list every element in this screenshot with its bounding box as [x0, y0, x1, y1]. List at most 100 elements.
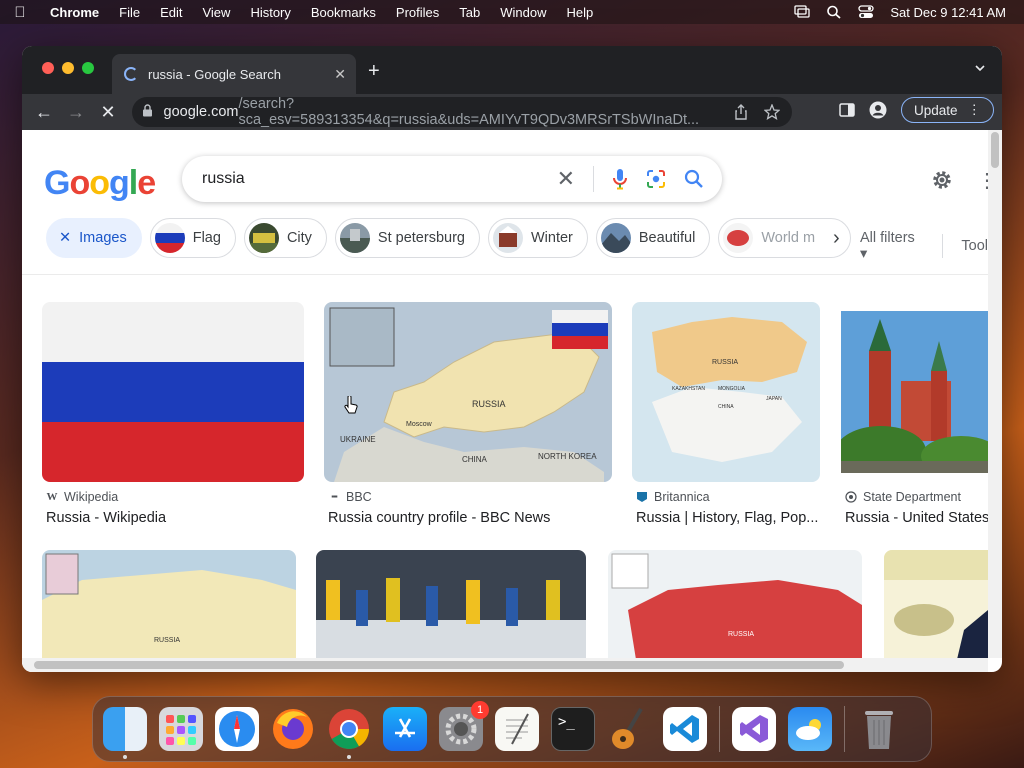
zoom-window-button[interactable] [82, 62, 94, 74]
vertical-scrollbar[interactable] [988, 130, 1002, 658]
close-window-button[interactable] [42, 62, 54, 74]
running-indicator [123, 755, 127, 759]
voice-search-icon[interactable] [612, 168, 628, 190]
minimize-window-button[interactable] [62, 62, 74, 74]
new-tab-icon[interactable]: + [368, 60, 380, 83]
weather-icon[interactable] [788, 707, 832, 751]
close-chip-icon[interactable]: ✕ [59, 230, 71, 246]
menu-edit[interactable]: Edit [150, 5, 192, 20]
menu-help[interactable]: Help [557, 5, 604, 20]
bookmark-star-icon[interactable] [764, 104, 780, 120]
chip-flag[interactable]: Flag [149, 218, 236, 258]
chip-images[interactable]: ✕ Images [46, 218, 142, 258]
chip-winter[interactable]: Winter [487, 218, 588, 258]
more-options-icon[interactable]: ⋮ [977, 168, 988, 193]
map-label: RUSSIA [712, 359, 738, 366]
map-label: CHINA [718, 404, 734, 410]
dock-separator [844, 706, 845, 752]
menu-datetime[interactable]: Sat Dec 9 12:41 AM [890, 5, 1006, 20]
chip-label: Images [79, 230, 127, 246]
tab-close-icon[interactable]: ✕ [334, 66, 346, 83]
profile-avatar-icon[interactable] [869, 101, 887, 119]
menu-window[interactable]: Window [490, 5, 556, 20]
tab-search-chevron-icon[interactable] [974, 62, 986, 74]
result-source[interactable]: State Department [845, 490, 961, 504]
google-doodle-logo[interactable]: Google [44, 164, 156, 203]
result-source[interactable]: ▪▪▪ BBC [328, 490, 371, 504]
chip-label: City [286, 230, 312, 246]
result-title[interactable]: Russia - Wikipedia [46, 510, 166, 526]
textedit-icon[interactable] [495, 707, 539, 751]
menu-profiles[interactable]: Profiles [386, 5, 449, 20]
britannica-russia-map-thumbnail[interactable]: RUSSIA KAZAKHSTAN MONGOLIA CHINA JAPAN [632, 302, 820, 482]
tab-strip: russia - Google Search ✕ + [22, 46, 1002, 94]
app-store-icon[interactable] [383, 707, 427, 751]
stop-loading-icon[interactable]: ✕ [92, 102, 124, 123]
notification-badge: 1 [471, 701, 489, 719]
menu-app-chrome[interactable]: Chrome [40, 5, 109, 20]
search-input[interactable]: russia [202, 170, 245, 188]
share-icon[interactable] [734, 104, 748, 120]
apple-menu-icon[interactable]:  [0, 4, 40, 21]
lock-icon[interactable] [142, 104, 154, 120]
chips-scroll-right-icon[interactable]: › [823, 227, 850, 250]
menu-file[interactable]: File [109, 5, 150, 20]
system-settings-icon[interactable]: 1 [439, 701, 489, 751]
side-panel-icon[interactable] [839, 103, 855, 117]
address-bar[interactable]: google.com /search?sca_esv=589313354&q=r… [132, 96, 792, 128]
garageband-icon[interactable] [607, 707, 651, 751]
chip-st-petersburg[interactable]: St petersburg [334, 218, 480, 258]
tools-button[interactable]: Tool [961, 238, 988, 254]
chrome-icon[interactable] [327, 707, 371, 759]
result-source[interactable]: W Wikipedia [46, 490, 119, 504]
map-label: RUSSIA [154, 637, 180, 644]
result-source[interactable]: Britannica [636, 490, 710, 504]
map-label: UKRAINE [340, 435, 376, 444]
menu-bookmarks[interactable]: Bookmarks [301, 5, 386, 20]
visual-studio-icon[interactable] [732, 707, 776, 751]
settings-gear-icon[interactable] [930, 168, 954, 192]
result-title[interactable]: Russia - United States [845, 510, 988, 526]
vscode-icon[interactable] [663, 707, 707, 751]
back-arrow-icon[interactable]: ← [28, 102, 60, 123]
russia-flag-thumbnail[interactable] [42, 302, 304, 482]
all-filters-button[interactable]: All filters ▾ [860, 230, 924, 262]
finder-icon[interactable] [103, 707, 147, 759]
kebab-menu-icon: ⋮ [967, 102, 982, 117]
safari-icon[interactable] [215, 707, 259, 751]
chip-beautiful[interactable]: Beautiful [595, 218, 711, 258]
trash-icon[interactable] [857, 707, 901, 751]
kremlin-photo-thumbnail[interactable] [841, 311, 988, 473]
tab-active[interactable]: russia - Google Search ✕ [112, 54, 356, 94]
lens-search-icon[interactable] [646, 169, 666, 189]
map-label: JAPAN [766, 396, 782, 402]
horizontal-scroll-thumb[interactable] [34, 661, 844, 669]
crowd-flags-thumbnail[interactable] [316, 550, 586, 672]
forward-arrow-icon[interactable]: → [60, 102, 92, 123]
result-title[interactable]: Russia country profile - BBC News [328, 510, 550, 526]
red-russia-map-thumbnail[interactable]: RUSSIA [608, 550, 862, 672]
chip-world-map[interactable]: World m › [718, 218, 851, 258]
vertical-scroll-thumb[interactable] [991, 132, 999, 168]
macos-dock: 1 >_ [92, 696, 932, 762]
firefox-icon[interactable] [271, 707, 315, 751]
chip-city[interactable]: City [243, 218, 327, 258]
search-box[interactable]: russia ✕ [182, 156, 722, 202]
clear-search-icon[interactable]: ✕ [557, 166, 575, 192]
update-button[interactable]: Update ⋮ [900, 97, 994, 123]
screen-mirroring-icon[interactable] [794, 5, 811, 19]
map-thumbnail[interactable]: RUSSIA [42, 550, 296, 672]
control-center-icon[interactable] [858, 5, 875, 19]
search-submit-icon[interactable] [684, 169, 704, 189]
launchpad-icon[interactable] [159, 707, 203, 751]
result-title[interactable]: Russia | History, Flag, Pop... [636, 510, 818, 526]
menu-view[interactable]: View [192, 5, 240, 20]
terminal-icon[interactable]: >_ [551, 707, 595, 751]
horizontal-scrollbar[interactable] [22, 658, 988, 672]
spotlight-search-icon[interactable] [826, 5, 842, 19]
menu-tab[interactable]: Tab [449, 5, 490, 20]
menu-history[interactable]: History [240, 5, 300, 20]
bbc-russia-map-thumbnail[interactable]: RUSSIA Moscow UKRAINE CHINA NORTH KOREA [324, 302, 612, 482]
map-label: NORTH KOREA [538, 452, 597, 461]
photo-thumbnail[interactable] [884, 550, 988, 672]
